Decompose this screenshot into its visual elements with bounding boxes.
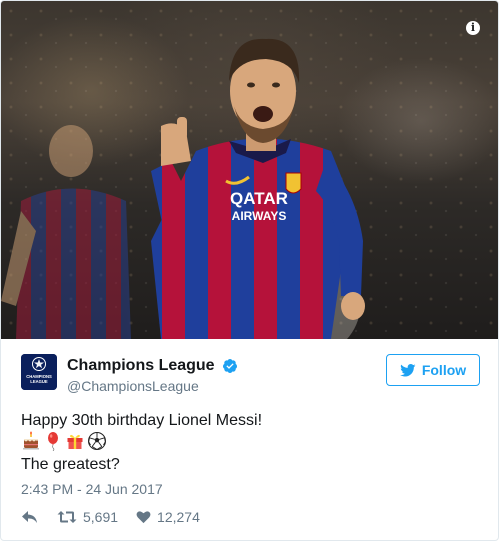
like-count: 12,274 <box>157 509 200 525</box>
retweet-action[interactable]: 5,691 <box>57 509 118 525</box>
tweet-text-line3: The greatest? <box>21 456 120 473</box>
avatar-text-bottom: LEAGUE <box>30 379 48 384</box>
teammate-figure <box>1 125 131 339</box>
tweet-actions: 5,691 12,274 <box>21 508 218 526</box>
soccer-ball-icon <box>88 432 106 451</box>
account-handle[interactable]: @ChampionsLeague <box>67 378 199 394</box>
reply-action[interactable] <box>21 510 39 525</box>
like-action[interactable]: 12,274 <box>136 509 200 525</box>
display-name[interactable]: Champions League <box>67 357 215 375</box>
retweet-icon <box>57 511 77 523</box>
follow-button-label: Follow <box>421 362 467 378</box>
gift-icon <box>67 434 83 449</box>
follow-button[interactable]: Follow <box>386 354 480 386</box>
emoji-row <box>21 431 107 451</box>
reply-icon <box>22 510 37 523</box>
tweet-timestamp[interactable]: 2:43 PM - 24 Jun 2017 <box>21 481 163 497</box>
shirt-sponsor-line1: QATAR <box>230 189 288 208</box>
birthday-cake-icon <box>23 431 39 450</box>
info-icon[interactable]: i <box>466 21 480 35</box>
retweet-count: 5,691 <box>83 509 119 525</box>
twitter-bird-icon <box>399 363 416 376</box>
embedded-tweet-card: QATAR AIRWAYS i CHAMPIONS LEAGUE Champio… <box>0 0 499 541</box>
heart-icon <box>136 511 151 524</box>
balloon-icon <box>48 432 58 451</box>
tweet-text-line1: Happy 30th birthday Lionel Messi! <box>21 412 263 429</box>
verified-badge-icon <box>222 359 237 373</box>
shirt-sponsor-line2: AIRWAYS <box>232 209 287 223</box>
player-illustration: QATAR AIRWAYS <box>1 38 365 339</box>
tweet-photo[interactable]: QATAR AIRWAYS i <box>1 1 498 339</box>
avatar[interactable]: CHAMPIONS LEAGUE <box>21 354 57 390</box>
